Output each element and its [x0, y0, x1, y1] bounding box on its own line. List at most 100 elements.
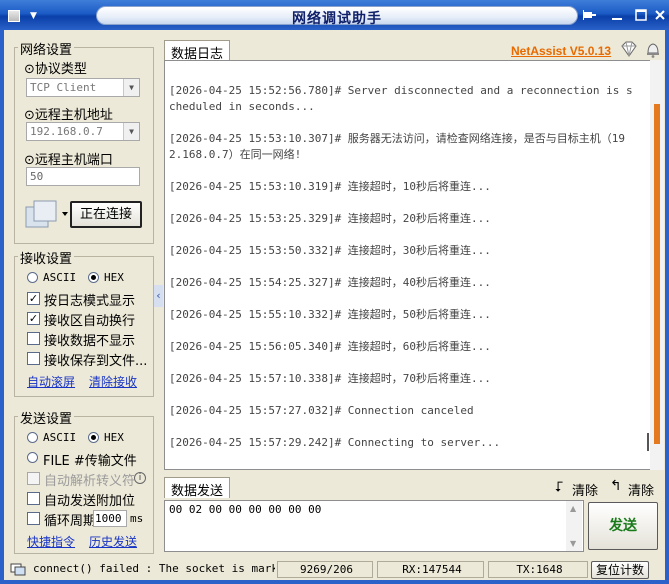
send-input[interactable]: 00 02 00 00 00 00 00 00 [164, 500, 584, 552]
log-mode-label: 按日志模式显示 [44, 294, 136, 309]
log-scrollbar-thumb[interactable] [654, 104, 660, 444]
send-file-label: FILE #传输文件 [43, 454, 137, 469]
history-link[interactable]: 历史发送 [89, 533, 137, 550]
protocol-value: TCP Client [30, 81, 97, 94]
receive-settings-title: 接收设置 [18, 248, 75, 267]
clear-send-icon[interactable]: ⮦ [555, 479, 563, 495]
save-to-file-label: 接收保存到文件... [44, 354, 148, 369]
log-line: [2026-04-25 15:54:25.327]# 连接超时，40秒后将重连.… [169, 276, 491, 289]
status-icon [10, 563, 26, 579]
brand-link[interactable]: NetAssist V5.0.13 [511, 44, 611, 58]
receive-hex-radio[interactable] [88, 272, 99, 283]
app-icon [8, 10, 20, 22]
chevron-down-icon: ▼ [30, 11, 37, 21]
log-mode-checkbox[interactable]: ✓ [27, 292, 40, 305]
status-counts: 9269/206 [277, 561, 373, 578]
minimize-button[interactable] [609, 9, 625, 23]
network-connection-icon [25, 200, 68, 228]
send-input-value: 00 02 00 00 00 00 00 00 [169, 503, 322, 516]
pin-icon [583, 10, 596, 20]
append-bits-label: 自动发送附加位 [44, 494, 136, 509]
cycle-send-checkbox[interactable] [27, 512, 40, 525]
tx-count: TX:1648 [488, 561, 588, 578]
clear-receive-link[interactable]: 清除接收 [89, 373, 137, 390]
text-cursor [647, 433, 649, 451]
protocol-label: ⊙协议类型 [24, 62, 87, 77]
hide-data-label: 接收数据不显示 [44, 334, 136, 349]
log-scrollbar[interactable] [650, 60, 664, 470]
chevron-down-icon: ▼ [570, 539, 577, 548]
network-settings-title: 网络设置 [18, 39, 75, 58]
info-icon[interactable]: i [134, 472, 146, 484]
host-select[interactable]: 192.168.0.7 ▼ [26, 122, 140, 141]
auto-wrap-checkbox[interactable]: ✓ [27, 312, 40, 325]
collapse-panel-button[interactable]: ‹ [154, 285, 163, 307]
protocol-select[interactable]: TCP Client ▼ [26, 78, 140, 97]
log-line: [2026-04-25 15:57:10.338]# 连接超时，70秒后将重连.… [169, 372, 491, 385]
escape-parse-checkbox[interactable] [27, 472, 40, 485]
rx-count: RX:147544 [377, 561, 484, 578]
status-bar: connect() failed : The socket is marked … [4, 560, 665, 580]
send-scrollbar[interactable]: ▲ ▼ [566, 501, 582, 551]
maximize-icon [635, 9, 647, 21]
log-line: [2026-04-25 15:53:25.329]# 连接超时，20秒后将重连.… [169, 212, 491, 225]
send-file-radio[interactable] [27, 452, 38, 463]
title-pill: 网络调试助手 [96, 6, 578, 27]
log-line: [2026-04-25 15:52:56.780]# Server discon… [169, 84, 633, 113]
host-value: 192.168.0.7 [30, 125, 103, 138]
maximize-button[interactable] [633, 9, 649, 23]
clear-all-icon[interactable]: ↰ [610, 478, 622, 494]
pin-button[interactable] [582, 9, 598, 23]
connect-button[interactable]: 正在连接 [70, 201, 142, 228]
close-icon [655, 10, 665, 20]
clear-all-button[interactable]: 清除 [628, 480, 654, 499]
cycle-unit: ms [130, 512, 144, 525]
receive-ascii-radio[interactable] [27, 272, 38, 283]
clear-send-button[interactable]: 清除 [572, 480, 598, 499]
chevron-down-icon: ▼ [123, 123, 139, 140]
port-label: ⊙远程主机端口 [24, 153, 113, 168]
connection-toggle-button[interactable] [24, 199, 68, 231]
port-input[interactable]: 50 [26, 167, 140, 186]
data-log-area[interactable]: [2026-04-25 15:52:56.780]# Server discon… [164, 60, 664, 470]
auto-wrap-label: 接收区自动换行 [44, 314, 136, 329]
tab-data-log[interactable]: 数据日志 [164, 40, 231, 62]
send-ascii-radio[interactable] [27, 432, 38, 443]
cycle-period-input[interactable]: 1000 [93, 510, 127, 527]
log-line: [2026-04-25 15:57:27.032]# Connection ca… [169, 404, 474, 417]
save-to-file-checkbox[interactable] [27, 352, 40, 365]
log-line: [2026-04-25 15:57:29.242]# Connecting to… [169, 436, 501, 449]
host-label: ⊙远程主机地址 [24, 108, 113, 123]
chevron-down-icon: ▼ [123, 79, 139, 96]
bell-icon[interactable] [645, 41, 661, 61]
hide-data-checkbox[interactable] [27, 332, 40, 345]
data-send-tab-label: 数据发送 [171, 484, 224, 499]
status-message: connect() failed : The socket is marked [33, 562, 275, 575]
reset-count-button[interactable]: 复位计数 [591, 561, 649, 579]
minimize-icon [612, 18, 622, 20]
log-line: [2026-04-25 15:56:05.340]# 连接超时，60秒后将重连.… [169, 340, 491, 353]
title-bar[interactable]: ▼ 网络调试助手 [0, 0, 669, 30]
close-button[interactable] [652, 9, 668, 23]
chevron-left-icon: ‹ [156, 289, 161, 302]
log-line: [2026-04-25 15:53:50.332]# 连接超时，30秒后将重连.… [169, 244, 491, 257]
tab-data-send[interactable]: 数据发送 [164, 477, 231, 499]
send-button[interactable]: 发送 [588, 502, 658, 550]
receive-hex-label: HEX [104, 271, 124, 284]
send-hex-label: HEX [104, 431, 124, 444]
auto-scroll-link[interactable]: 自动滚屏 [27, 373, 75, 390]
log-line: [2026-04-25 15:53:10.319]# 连接超时，10秒后将重连.… [169, 180, 491, 193]
escape-parse-label: 自动解析转义符 [44, 474, 136, 489]
cycle-label: 循环周期 [44, 514, 97, 529]
diamond-icon[interactable] [620, 41, 638, 60]
shortcuts-link[interactable]: 快捷指令 [27, 533, 75, 550]
log-line: [2026-04-25 15:55:10.332]# 连接超时，50秒后将重连.… [169, 308, 491, 321]
append-bits-checkbox[interactable] [27, 492, 40, 505]
receive-ascii-label: ASCII [43, 271, 77, 284]
cycle-period-value: 1000 [95, 512, 122, 525]
system-menu-button[interactable]: ▼ [8, 8, 46, 24]
window-title: 网络调试助手 [292, 11, 382, 27]
port-value: 50 [30, 170, 44, 183]
send-settings-title: 发送设置 [18, 408, 75, 427]
send-hex-radio[interactable] [88, 432, 99, 443]
